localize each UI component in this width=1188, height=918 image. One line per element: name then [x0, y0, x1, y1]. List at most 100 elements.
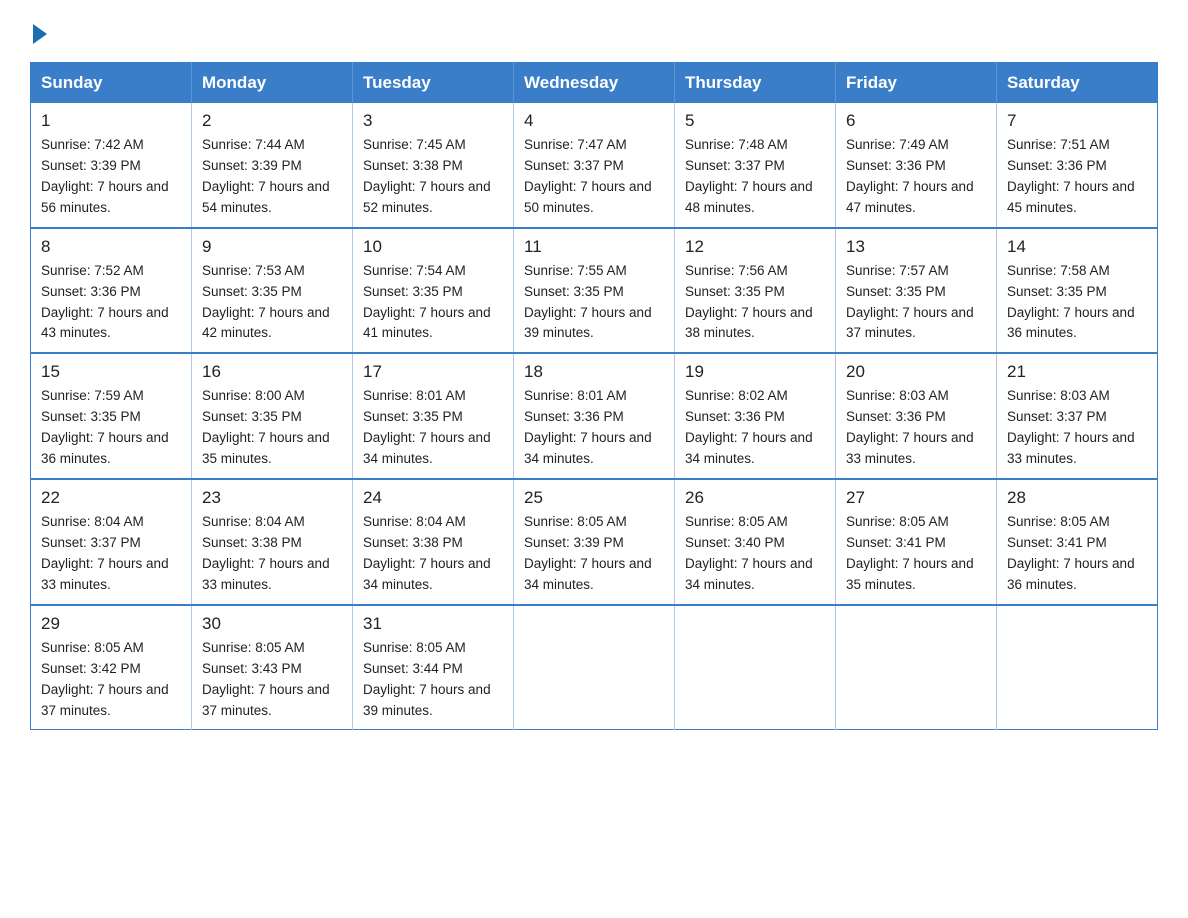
day-info: Sunrise: 7:49 AM Sunset: 3:36 PM Dayligh… [846, 135, 986, 219]
day-number: 22 [41, 488, 181, 508]
day-info: Sunrise: 7:47 AM Sunset: 3:37 PM Dayligh… [524, 135, 664, 219]
day-cell-18: 18 Sunrise: 8:01 AM Sunset: 3:36 PM Dayl… [514, 353, 675, 479]
weekday-header-sunday: Sunday [31, 63, 192, 104]
day-number: 8 [41, 237, 181, 257]
day-number: 6 [846, 111, 986, 131]
empty-cell [514, 605, 675, 730]
day-info: Sunrise: 8:00 AM Sunset: 3:35 PM Dayligh… [202, 386, 342, 470]
day-number: 5 [685, 111, 825, 131]
day-cell-3: 3 Sunrise: 7:45 AM Sunset: 3:38 PM Dayli… [353, 103, 514, 228]
day-cell-7: 7 Sunrise: 7:51 AM Sunset: 3:36 PM Dayli… [997, 103, 1158, 228]
day-info: Sunrise: 7:56 AM Sunset: 3:35 PM Dayligh… [685, 261, 825, 345]
day-info: Sunrise: 8:02 AM Sunset: 3:36 PM Dayligh… [685, 386, 825, 470]
weekday-header-row: SundayMondayTuesdayWednesdayThursdayFrid… [31, 63, 1158, 104]
day-info: Sunrise: 7:58 AM Sunset: 3:35 PM Dayligh… [1007, 261, 1147, 345]
week-row-2: 8 Sunrise: 7:52 AM Sunset: 3:36 PM Dayli… [31, 228, 1158, 354]
day-cell-6: 6 Sunrise: 7:49 AM Sunset: 3:36 PM Dayli… [836, 103, 997, 228]
day-number: 21 [1007, 362, 1147, 382]
day-info: Sunrise: 7:48 AM Sunset: 3:37 PM Dayligh… [685, 135, 825, 219]
weekday-header-tuesday: Tuesday [353, 63, 514, 104]
day-number: 27 [846, 488, 986, 508]
day-number: 28 [1007, 488, 1147, 508]
day-number: 11 [524, 237, 664, 257]
day-cell-11: 11 Sunrise: 7:55 AM Sunset: 3:35 PM Dayl… [514, 228, 675, 354]
day-info: Sunrise: 8:05 AM Sunset: 3:41 PM Dayligh… [1007, 512, 1147, 596]
day-cell-21: 21 Sunrise: 8:03 AM Sunset: 3:37 PM Dayl… [997, 353, 1158, 479]
day-cell-1: 1 Sunrise: 7:42 AM Sunset: 3:39 PM Dayli… [31, 103, 192, 228]
page-header [30, 20, 1158, 44]
day-info: Sunrise: 7:52 AM Sunset: 3:36 PM Dayligh… [41, 261, 181, 345]
day-info: Sunrise: 8:01 AM Sunset: 3:36 PM Dayligh… [524, 386, 664, 470]
weekday-header-monday: Monday [192, 63, 353, 104]
day-number: 2 [202, 111, 342, 131]
day-info: Sunrise: 8:05 AM Sunset: 3:42 PM Dayligh… [41, 638, 181, 722]
day-info: Sunrise: 8:03 AM Sunset: 3:37 PM Dayligh… [1007, 386, 1147, 470]
day-info: Sunrise: 7:55 AM Sunset: 3:35 PM Dayligh… [524, 261, 664, 345]
day-number: 20 [846, 362, 986, 382]
day-info: Sunrise: 8:04 AM Sunset: 3:38 PM Dayligh… [202, 512, 342, 596]
day-info: Sunrise: 8:05 AM Sunset: 3:39 PM Dayligh… [524, 512, 664, 596]
day-cell-5: 5 Sunrise: 7:48 AM Sunset: 3:37 PM Dayli… [675, 103, 836, 228]
weekday-header-thursday: Thursday [675, 63, 836, 104]
day-info: Sunrise: 8:05 AM Sunset: 3:44 PM Dayligh… [363, 638, 503, 722]
week-row-4: 22 Sunrise: 8:04 AM Sunset: 3:37 PM Dayl… [31, 479, 1158, 605]
empty-cell [836, 605, 997, 730]
day-cell-26: 26 Sunrise: 8:05 AM Sunset: 3:40 PM Dayl… [675, 479, 836, 605]
day-cell-25: 25 Sunrise: 8:05 AM Sunset: 3:39 PM Dayl… [514, 479, 675, 605]
day-number: 12 [685, 237, 825, 257]
day-info: Sunrise: 7:51 AM Sunset: 3:36 PM Dayligh… [1007, 135, 1147, 219]
week-row-1: 1 Sunrise: 7:42 AM Sunset: 3:39 PM Dayli… [31, 103, 1158, 228]
logo [30, 20, 47, 44]
calendar-table: SundayMondayTuesdayWednesdayThursdayFrid… [30, 62, 1158, 730]
day-cell-30: 30 Sunrise: 8:05 AM Sunset: 3:43 PM Dayl… [192, 605, 353, 730]
day-info: Sunrise: 8:05 AM Sunset: 3:41 PM Dayligh… [846, 512, 986, 596]
day-info: Sunrise: 8:05 AM Sunset: 3:43 PM Dayligh… [202, 638, 342, 722]
weekday-header-wednesday: Wednesday [514, 63, 675, 104]
day-info: Sunrise: 7:44 AM Sunset: 3:39 PM Dayligh… [202, 135, 342, 219]
day-cell-28: 28 Sunrise: 8:05 AM Sunset: 3:41 PM Dayl… [997, 479, 1158, 605]
day-info: Sunrise: 8:05 AM Sunset: 3:40 PM Dayligh… [685, 512, 825, 596]
day-info: Sunrise: 7:42 AM Sunset: 3:39 PM Dayligh… [41, 135, 181, 219]
weekday-header-friday: Friday [836, 63, 997, 104]
day-cell-24: 24 Sunrise: 8:04 AM Sunset: 3:38 PM Dayl… [353, 479, 514, 605]
day-cell-31: 31 Sunrise: 8:05 AM Sunset: 3:44 PM Dayl… [353, 605, 514, 730]
day-cell-9: 9 Sunrise: 7:53 AM Sunset: 3:35 PM Dayli… [192, 228, 353, 354]
day-number: 18 [524, 362, 664, 382]
day-info: Sunrise: 8:04 AM Sunset: 3:37 PM Dayligh… [41, 512, 181, 596]
day-cell-19: 19 Sunrise: 8:02 AM Sunset: 3:36 PM Dayl… [675, 353, 836, 479]
day-cell-13: 13 Sunrise: 7:57 AM Sunset: 3:35 PM Dayl… [836, 228, 997, 354]
week-row-3: 15 Sunrise: 7:59 AM Sunset: 3:35 PM Dayl… [31, 353, 1158, 479]
day-cell-29: 29 Sunrise: 8:05 AM Sunset: 3:42 PM Dayl… [31, 605, 192, 730]
empty-cell [675, 605, 836, 730]
day-cell-17: 17 Sunrise: 8:01 AM Sunset: 3:35 PM Dayl… [353, 353, 514, 479]
day-info: Sunrise: 7:59 AM Sunset: 3:35 PM Dayligh… [41, 386, 181, 470]
day-info: Sunrise: 7:57 AM Sunset: 3:35 PM Dayligh… [846, 261, 986, 345]
day-number: 30 [202, 614, 342, 634]
day-cell-16: 16 Sunrise: 8:00 AM Sunset: 3:35 PM Dayl… [192, 353, 353, 479]
day-info: Sunrise: 8:04 AM Sunset: 3:38 PM Dayligh… [363, 512, 503, 596]
weekday-header-saturday: Saturday [997, 63, 1158, 104]
day-number: 16 [202, 362, 342, 382]
day-cell-2: 2 Sunrise: 7:44 AM Sunset: 3:39 PM Dayli… [192, 103, 353, 228]
day-number: 31 [363, 614, 503, 634]
day-number: 9 [202, 237, 342, 257]
week-row-5: 29 Sunrise: 8:05 AM Sunset: 3:42 PM Dayl… [31, 605, 1158, 730]
day-number: 23 [202, 488, 342, 508]
day-number: 10 [363, 237, 503, 257]
day-cell-4: 4 Sunrise: 7:47 AM Sunset: 3:37 PM Dayli… [514, 103, 675, 228]
day-number: 1 [41, 111, 181, 131]
day-cell-12: 12 Sunrise: 7:56 AM Sunset: 3:35 PM Dayl… [675, 228, 836, 354]
day-cell-23: 23 Sunrise: 8:04 AM Sunset: 3:38 PM Dayl… [192, 479, 353, 605]
day-number: 4 [524, 111, 664, 131]
day-cell-20: 20 Sunrise: 8:03 AM Sunset: 3:36 PM Dayl… [836, 353, 997, 479]
empty-cell [997, 605, 1158, 730]
day-info: Sunrise: 8:01 AM Sunset: 3:35 PM Dayligh… [363, 386, 503, 470]
day-cell-14: 14 Sunrise: 7:58 AM Sunset: 3:35 PM Dayl… [997, 228, 1158, 354]
day-cell-10: 10 Sunrise: 7:54 AM Sunset: 3:35 PM Dayl… [353, 228, 514, 354]
day-number: 19 [685, 362, 825, 382]
day-number: 13 [846, 237, 986, 257]
day-number: 29 [41, 614, 181, 634]
day-cell-27: 27 Sunrise: 8:05 AM Sunset: 3:41 PM Dayl… [836, 479, 997, 605]
day-cell-22: 22 Sunrise: 8:04 AM Sunset: 3:37 PM Dayl… [31, 479, 192, 605]
day-number: 26 [685, 488, 825, 508]
